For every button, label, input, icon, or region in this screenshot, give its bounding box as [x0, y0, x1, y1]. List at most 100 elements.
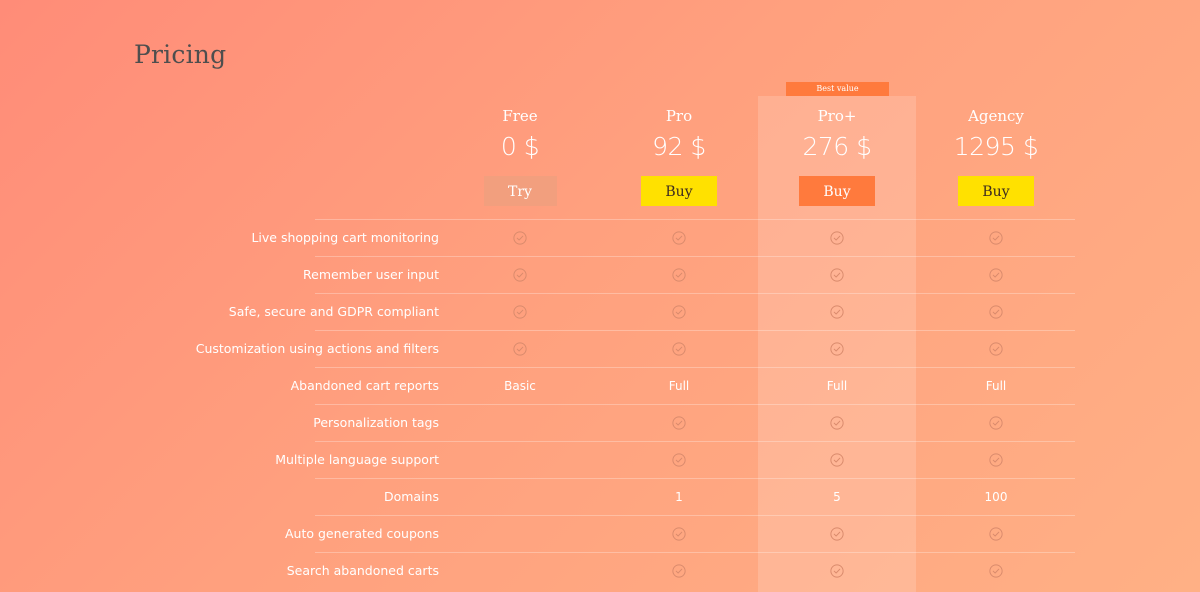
check-circle-icon [989, 563, 1003, 578]
feature-cell [917, 442, 1075, 478]
plan-pro: Pro 92 $ Buy [600, 106, 758, 206]
feature-row: Multiple language support [275, 441, 1075, 478]
feature-table: Live shopping cart monitoring Remember us… [0, 219, 1200, 589]
feature-cell: 1 [675, 490, 683, 504]
feature-cell: 100 [984, 490, 1008, 504]
feature-cell [441, 479, 599, 515]
plan-price: 0 $ [500, 132, 540, 161]
feature-label: Auto generated coupons [285, 526, 439, 541]
feature-cell [917, 257, 1075, 293]
feature-row: Live shopping cart monitoring [251, 219, 1075, 256]
feature-label: Multiple language support [275, 452, 439, 467]
feature-cell [600, 516, 758, 552]
page-title: Pricing [134, 40, 227, 69]
check-circle-icon [989, 526, 1003, 541]
feature-cell [441, 294, 599, 330]
check-circle-icon [513, 267, 527, 282]
feature-label: Domains [383, 489, 439, 504]
feature-cell [758, 553, 916, 589]
feature-row: Customization using actions and filters [196, 330, 1075, 367]
feature-cell [917, 405, 1075, 441]
feature-cell: Basic [504, 379, 536, 393]
feature-cell [441, 220, 599, 256]
feature-row: Auto generated coupons [285, 515, 1075, 552]
check-circle-icon [989, 304, 1003, 319]
feature-cell [600, 405, 758, 441]
feature-cell [758, 405, 916, 441]
plan-pro-plus: Pro+ 276 $ Buy [758, 106, 916, 206]
check-circle-icon [672, 415, 686, 430]
check-circle-icon [672, 526, 686, 541]
feature-cell [600, 442, 758, 478]
feature-cell [600, 294, 758, 330]
check-circle-icon [830, 341, 844, 356]
check-circle-icon [830, 304, 844, 319]
feature-label: Live shopping cart monitoring [251, 230, 439, 245]
feature-label: Personalization tags [313, 415, 439, 430]
feature-label: Abandoned cart reports [290, 378, 439, 393]
feature-row: Safe, secure and GDPR compliant [229, 293, 1075, 330]
feature-cell [441, 331, 599, 367]
check-circle-icon [830, 230, 844, 245]
check-circle-icon [672, 230, 686, 245]
feature-cell [600, 331, 758, 367]
feature-cell: 5 [833, 490, 841, 504]
buy-button[interactable]: Buy [799, 176, 875, 206]
plan-free: Free 0 $ Try [441, 106, 599, 206]
feature-cell [600, 553, 758, 589]
feature-cell [917, 331, 1075, 367]
feature-cell [441, 405, 599, 441]
feature-cell: Full [985, 379, 1007, 393]
feature-cell [441, 257, 599, 293]
plan-agency: Agency 1295 $ Buy [917, 106, 1075, 206]
check-circle-icon [989, 267, 1003, 282]
feature-row: Domains 1 5 100 [315, 478, 1075, 515]
feature-cell [917, 516, 1075, 552]
buy-button[interactable]: Buy [641, 176, 717, 206]
feature-label: Safe, secure and GDPR compliant [228, 304, 439, 319]
best-value-badge: Best value [786, 82, 889, 96]
try-button[interactable]: Try [483, 176, 557, 206]
check-circle-icon [513, 341, 527, 356]
check-circle-icon [989, 452, 1003, 467]
check-circle-icon [672, 341, 686, 356]
check-circle-icon [513, 304, 527, 319]
check-circle-icon [830, 267, 844, 282]
plan-price: 92 $ [652, 132, 706, 161]
check-circle-icon [513, 230, 527, 245]
feature-cell [600, 220, 758, 256]
feature-label: Customization using actions and filters [195, 341, 439, 356]
feature-cell [758, 442, 916, 478]
check-circle-icon [989, 230, 1003, 245]
feature-cell [758, 220, 916, 256]
feature-cell [758, 294, 916, 330]
feature-cell: Full [668, 379, 690, 393]
feature-cell [441, 553, 599, 589]
feature-cell [758, 257, 916, 293]
feature-cell: Full [826, 379, 848, 393]
check-circle-icon [830, 452, 844, 467]
feature-cell [917, 294, 1075, 330]
feature-row: Abandoned cart reports Basic Full Full Full [291, 367, 1075, 404]
check-circle-icon [672, 304, 686, 319]
feature-cell [758, 516, 916, 552]
buy-button[interactable]: Buy [958, 176, 1034, 206]
check-circle-icon [989, 341, 1003, 356]
check-circle-icon [830, 563, 844, 578]
feature-label: Search abandoned carts [286, 563, 439, 578]
check-circle-icon [830, 526, 844, 541]
feature-row: Search abandoned carts [287, 552, 1075, 589]
feature-cell [441, 516, 599, 552]
feature-cell [917, 553, 1075, 589]
feature-label: Remember user input [303, 267, 439, 282]
feature-cell [600, 257, 758, 293]
check-circle-icon [830, 415, 844, 430]
feature-cell [441, 442, 599, 478]
feature-cell [758, 331, 916, 367]
feature-cell [917, 220, 1075, 256]
check-circle-icon [989, 415, 1003, 430]
check-circle-icon [672, 563, 686, 578]
plan-name: Pro [665, 107, 693, 125]
plan-price: 276 $ [802, 132, 872, 161]
plan-name: Pro+ [817, 107, 857, 125]
